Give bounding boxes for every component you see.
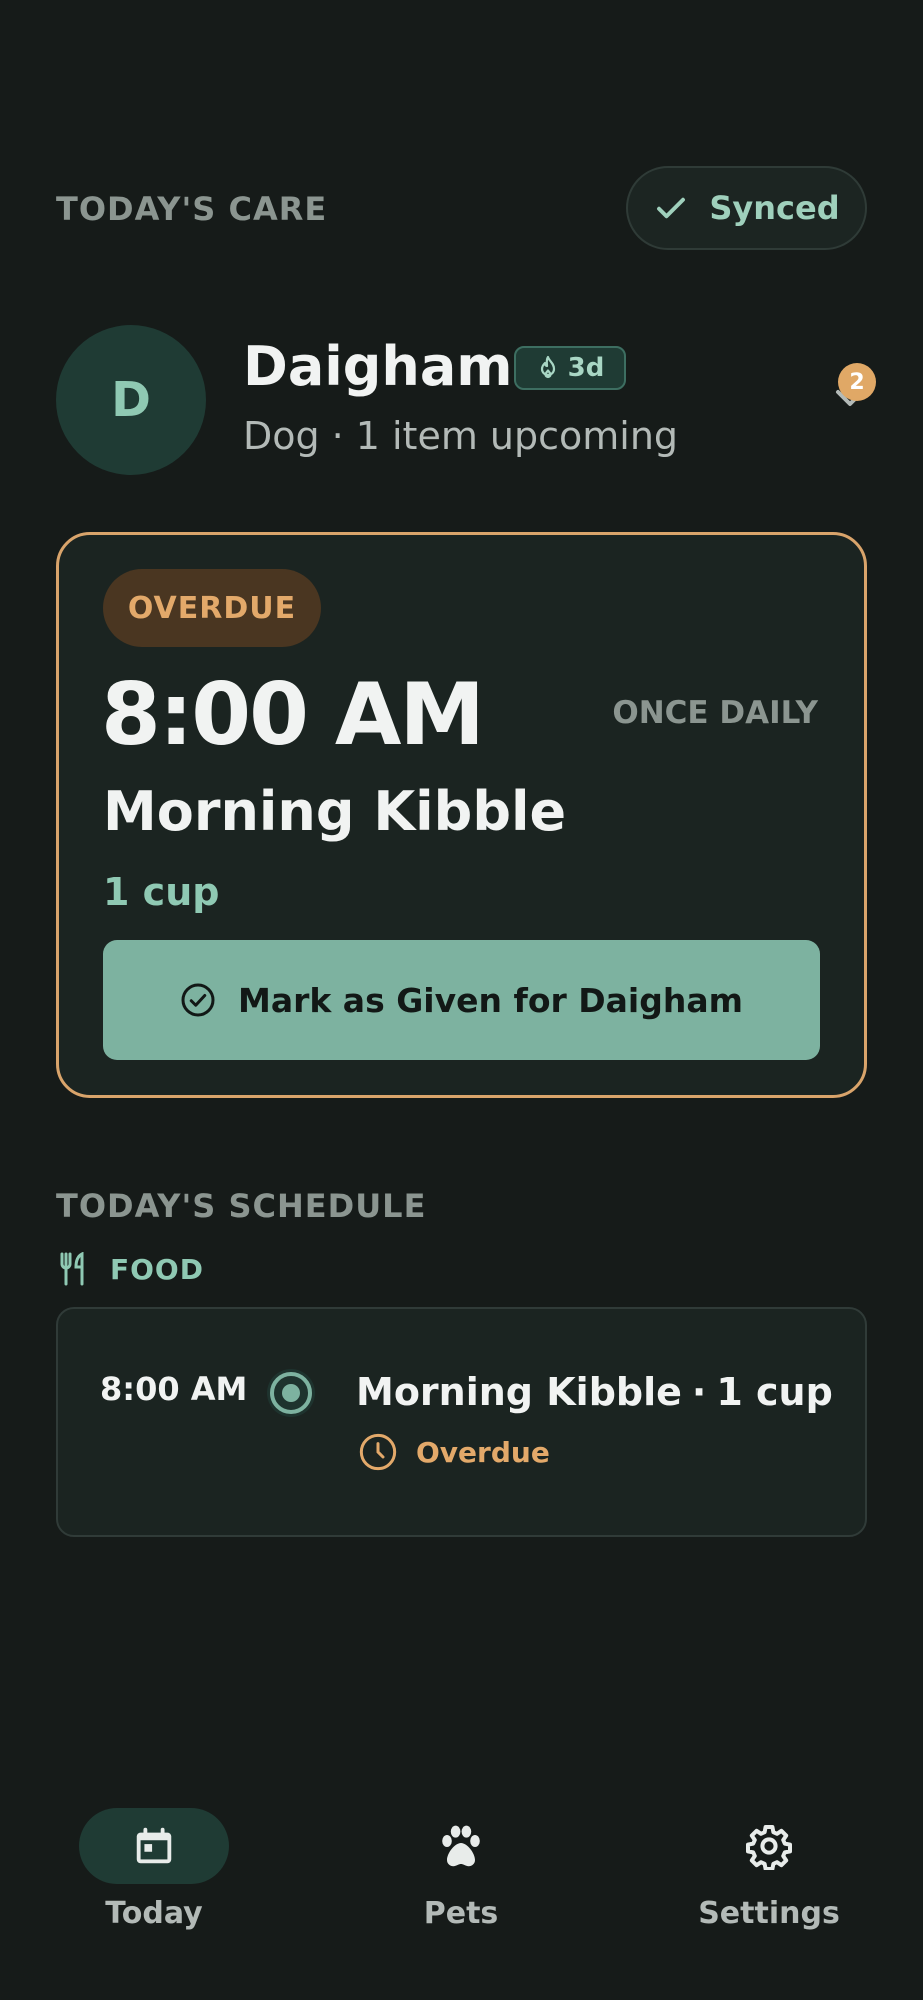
flame-icon — [540, 355, 555, 379]
schedule-item-name: Morning Kibble — [356, 1370, 682, 1414]
overdue-status-badge: OVERDUE — [103, 569, 321, 647]
status-ring-icon — [265, 1367, 317, 1419]
pet-species: Dog — [243, 414, 320, 458]
due-task-amount: 1 cup — [103, 870, 220, 914]
nav-label-pets: Pets — [423, 1896, 499, 1931]
check-circle-icon — [181, 983, 215, 1017]
gear-icon — [746, 1825, 792, 1870]
pet-avatar[interactable]: D — [56, 325, 206, 475]
category-food-header: FOOD — [58, 1252, 204, 1286]
nav-settings-icon-wrap — [694, 1808, 844, 1884]
nav-tab-today[interactable]: Today — [54, 1808, 254, 1931]
schedule-item-time: 8:00 AM — [100, 1370, 248, 1408]
schedule-item-status: Overdue — [358, 1432, 550, 1472]
mark-as-given-label: Mark as Given for Daigham — [237, 980, 744, 1020]
section-title-todays-care: TODAY'S CARE — [56, 190, 328, 228]
nav-pets-icon-wrap — [386, 1808, 536, 1884]
category-food-label: FOOD — [110, 1252, 204, 1286]
sync-status-label: Synced — [709, 189, 840, 227]
clock-icon — [359, 1433, 397, 1471]
schedule-item-status-label: Overdue — [416, 1435, 550, 1469]
schedule-item-amount: 1 cup — [716, 1370, 833, 1414]
check-icon — [657, 197, 686, 219]
sync-status-button[interactable]: Synced — [626, 166, 867, 250]
schedule-item-card[interactable] — [56, 1307, 867, 1537]
pet-upcoming: 1 item upcoming — [355, 414, 679, 458]
utensils-icon — [60, 1252, 84, 1286]
due-frequency: ONCE DAILY — [612, 695, 818, 731]
section-title-todays-schedule: TODAY'S SCHEDULE — [56, 1187, 427, 1225]
due-task-title: Morning Kibble — [103, 780, 567, 843]
nav-tab-pets[interactable]: Pets — [361, 1808, 561, 1931]
streak-label: 3d — [567, 353, 605, 383]
pet-subtitle: Dog · 1 item upcoming — [243, 414, 679, 458]
schedule-item-title: Morning Kibble · 1 cup — [356, 1370, 833, 1414]
nav-label-settings: Settings — [698, 1896, 840, 1931]
calendar-icon — [136, 1827, 172, 1864]
mark-as-given-button[interactable]: Mark as Given for Daigham — [103, 940, 820, 1060]
paw-icon — [442, 1825, 480, 1867]
due-time: 8:00 AM — [101, 665, 485, 765]
nav-label-today: Today — [105, 1896, 203, 1931]
streak-badge: 3d — [514, 346, 626, 390]
notification-badge: 2 — [838, 363, 876, 401]
nav-tab-settings[interactable]: Settings — [669, 1808, 869, 1931]
pet-name: Daigham — [243, 335, 513, 398]
nav-today-icon-wrap — [79, 1808, 229, 1884]
